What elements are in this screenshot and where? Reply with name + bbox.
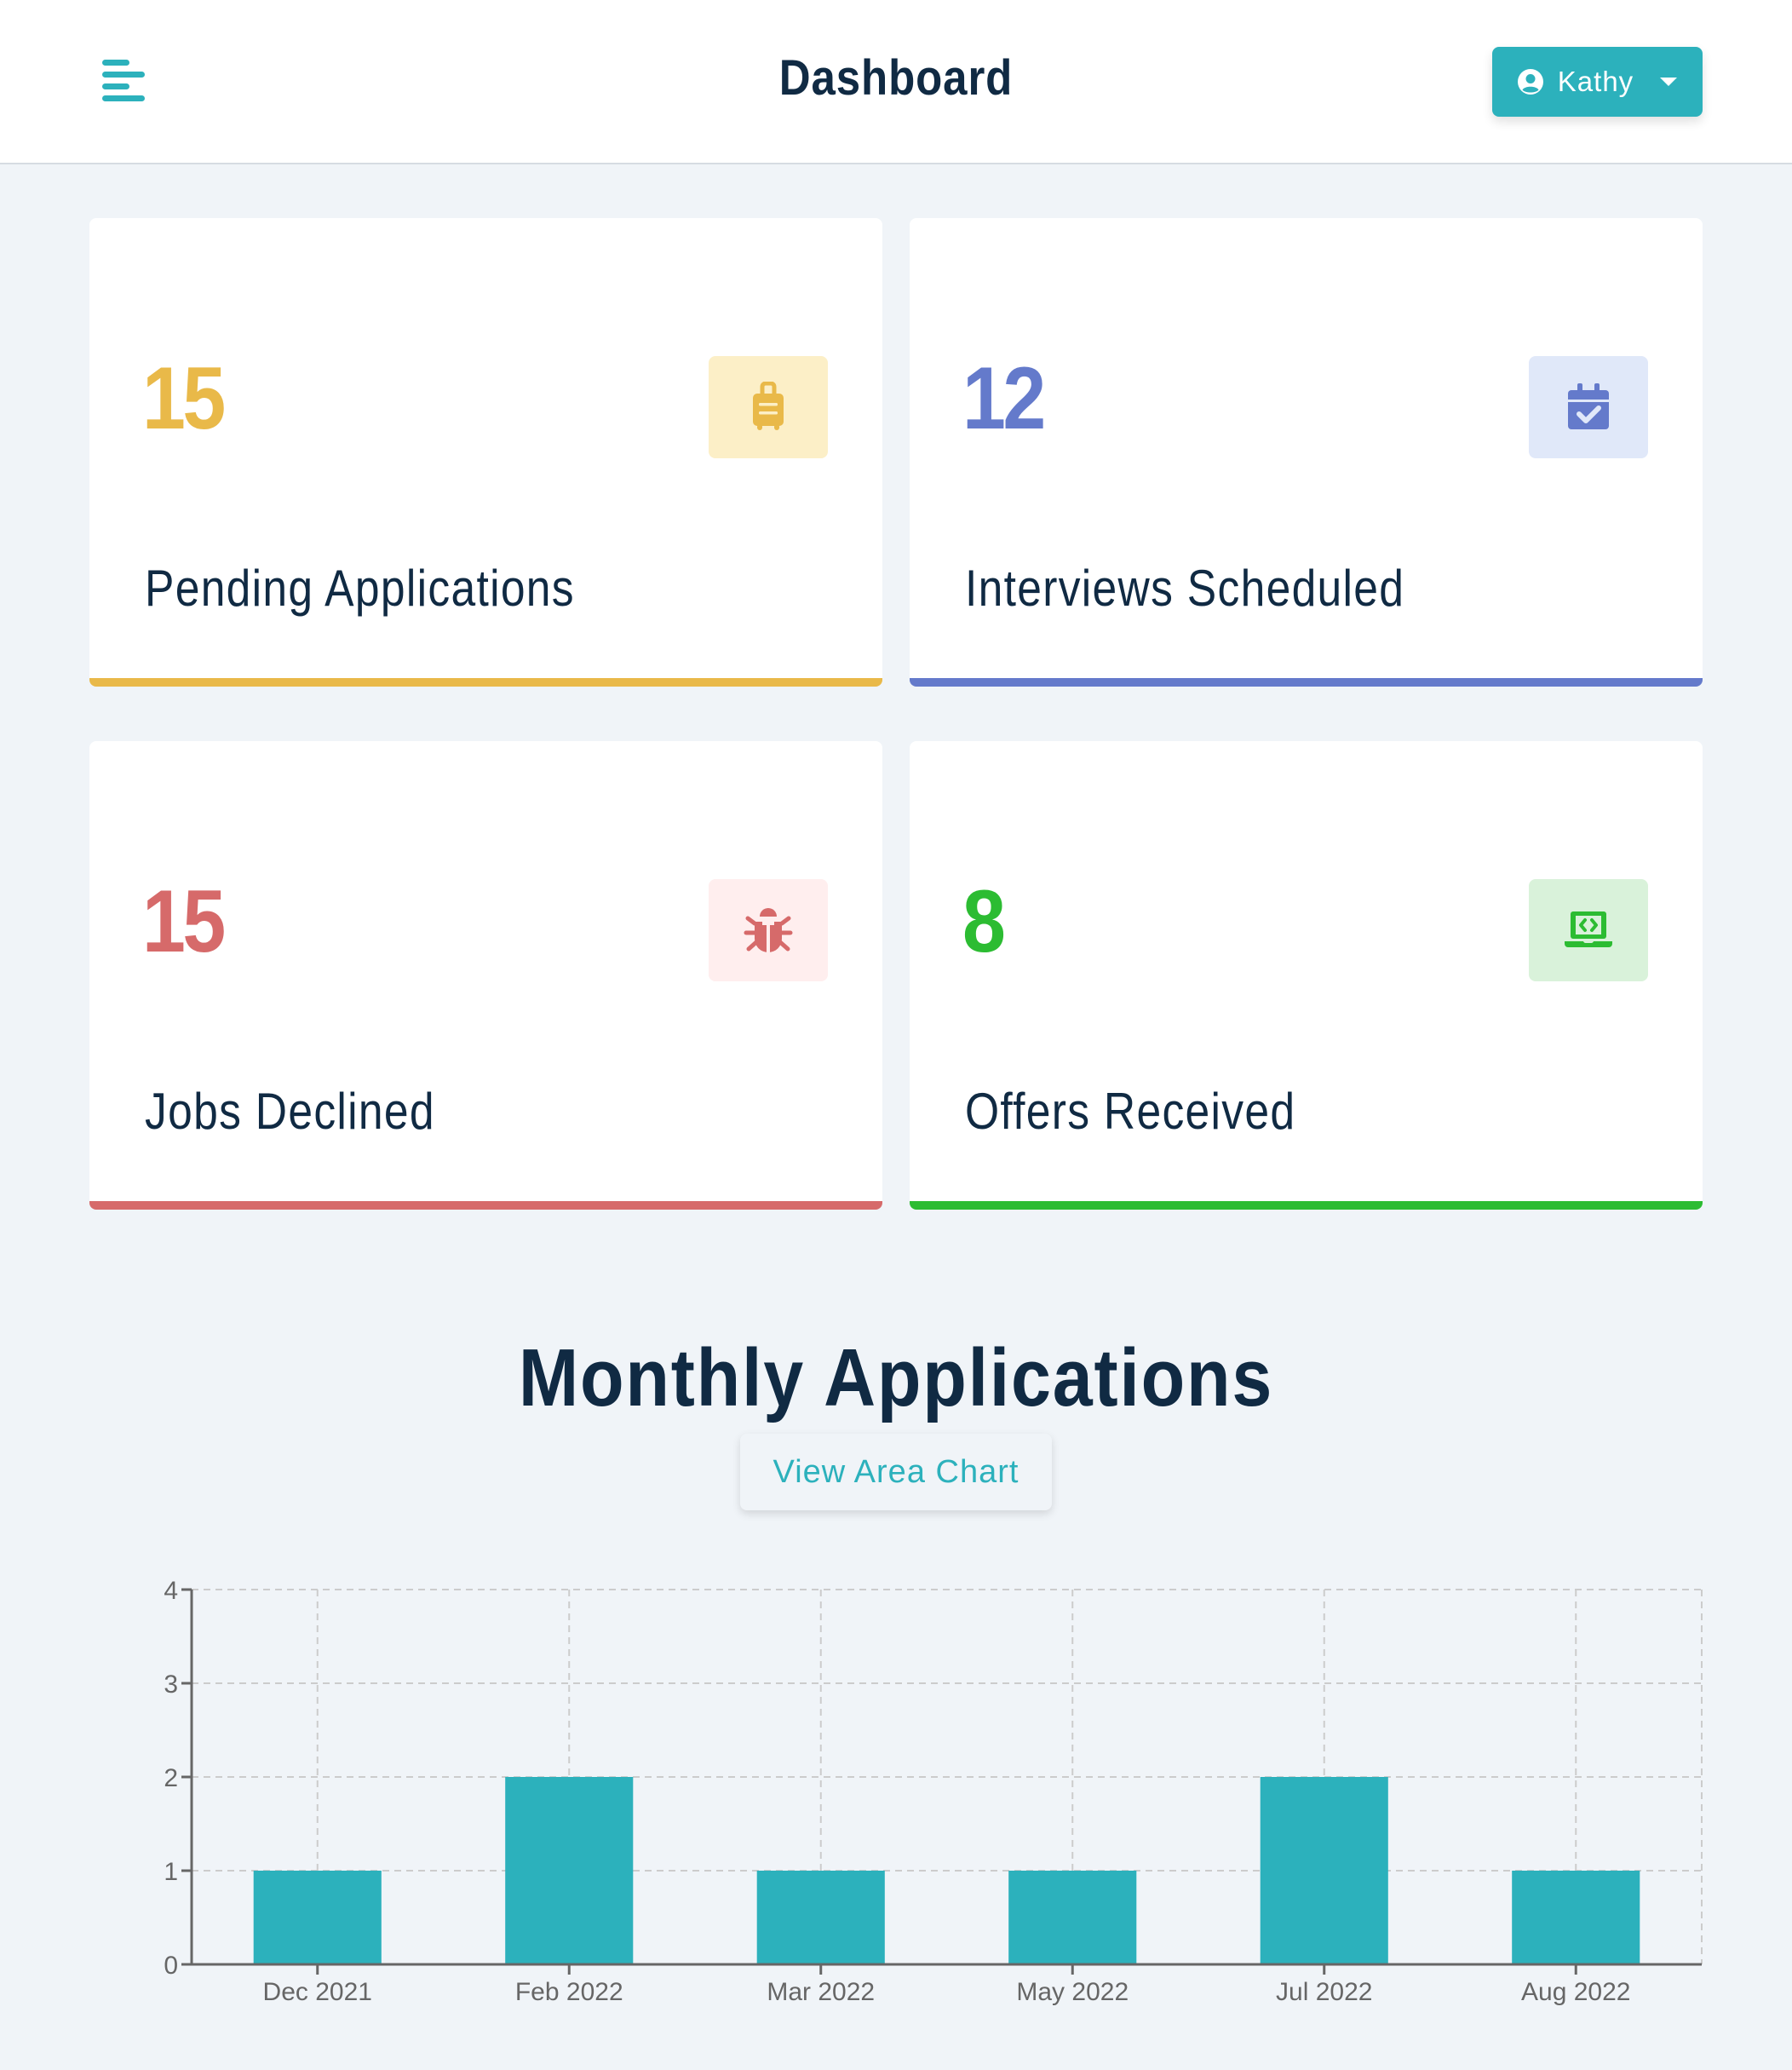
stat-title: Offers Received (965, 1083, 1296, 1140)
chart-axes: 0 1 2 3 4 Dec 2021 Feb 2022 Mar 2022 May 2022 Jul… (164, 1577, 1702, 2006)
x-tick-label: May 2022 (1016, 1978, 1129, 2006)
bar (1260, 1777, 1388, 1964)
x-tick-label: Jul 2022 (1276, 1978, 1372, 2006)
stat-count: 8 (962, 872, 1006, 971)
stat-title: Pending Applications (145, 560, 575, 617)
bar-chart-svg: 0 1 2 3 4 Dec 2021 Feb 2022 Mar 2022 May 2022 Jul… (164, 1577, 1703, 2006)
stat-count: 15 (142, 349, 226, 448)
chart-title: Monthly Applications (518, 1332, 1274, 1423)
y-tick-label: 0 (164, 1952, 178, 1980)
y-tick-label: 4 (164, 1577, 178, 1605)
bar (1512, 1871, 1640, 1964)
calendar-check-icon (1568, 383, 1609, 429)
x-tick-label: Mar 2022 (767, 1978, 875, 2006)
bar (253, 1871, 382, 1964)
stat-card-declined: 15 Jobs Declined (89, 741, 882, 1210)
bar (756, 1871, 885, 1964)
stat-icon-box (1529, 879, 1648, 981)
top-navbar: Dashboard Kathy (0, 0, 1792, 164)
stat-title: Jobs Declined (145, 1083, 435, 1140)
user-circle-icon (1517, 69, 1543, 95)
stat-card-pending: 15 Pending Applications (89, 218, 882, 687)
y-tick-label: 3 (164, 1670, 178, 1699)
stat-card-offers: 8 Offers Received (910, 741, 1703, 1210)
x-tick-label: Dec 2021 (263, 1978, 372, 2006)
view-area-chart-button[interactable]: View Area Chart (740, 1434, 1052, 1511)
caret-down-icon (1660, 78, 1678, 86)
stat-title: Interviews Scheduled (965, 560, 1405, 617)
page-title: Dashboard (107, 49, 1685, 106)
suitcase-rolling-icon (753, 382, 784, 430)
y-tick-label: 2 (164, 1764, 178, 1792)
laptop-code-icon (1565, 911, 1612, 947)
stat-count: 15 (142, 872, 226, 971)
x-tick-label: Aug 2022 (1521, 1978, 1630, 2006)
page-title-text: Dashboard (778, 50, 1014, 106)
stat-count: 12 (962, 349, 1046, 448)
y-tick-label: 1 (164, 1858, 178, 1886)
x-tick-label: Feb 2022 (515, 1978, 623, 2006)
chart-grid (192, 1589, 1703, 1964)
monthly-applications-section: Monthly Applications View Area Chart (0, 1312, 1792, 1511)
bar (505, 1777, 634, 1964)
align-left-icon (102, 60, 145, 101)
stat-icon-box (1529, 356, 1648, 458)
stat-icon-box (709, 879, 828, 981)
bug-icon (744, 908, 793, 952)
stats-grid: 15 Pending Applications 12 Interviews Sc… (89, 218, 1703, 1210)
sidebar-toggle-button[interactable] (101, 55, 152, 106)
user-menu-button[interactable]: Kathy (1492, 47, 1703, 117)
stat-icon-box (709, 356, 828, 458)
user-name: Kathy (1557, 66, 1634, 97)
bar (1008, 1871, 1137, 1964)
bar-chart: 0 1 2 3 4 Dec 2021 Feb 2022 Mar 2022 May 2022 Jul… (0, 1559, 1792, 2036)
stat-card-interviews: 12 Interviews Scheduled (910, 218, 1703, 687)
